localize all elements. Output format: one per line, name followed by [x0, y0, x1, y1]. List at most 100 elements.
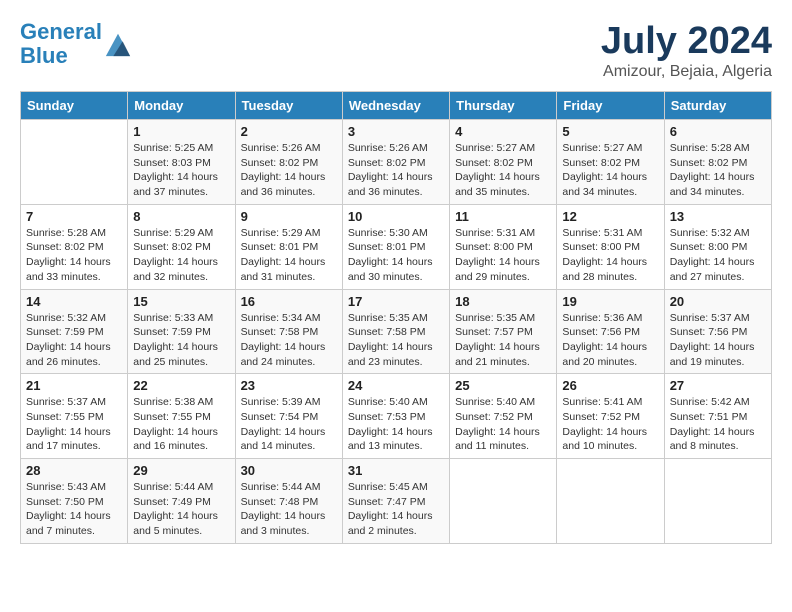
day-cell: 4 Sunrise: 5:27 AMSunset: 8:02 PMDaylight…	[450, 120, 557, 205]
day-number: 6	[670, 124, 766, 139]
day-info: Sunrise: 5:36 AMSunset: 7:56 PMDaylight:…	[562, 311, 658, 370]
day-info: Sunrise: 5:30 AMSunset: 8:01 PMDaylight:…	[348, 226, 444, 285]
day-info: Sunrise: 5:27 AMSunset: 8:02 PMDaylight:…	[455, 141, 551, 200]
day-info: Sunrise: 5:41 AMSunset: 7:52 PMDaylight:…	[562, 395, 658, 454]
day-number: 15	[133, 294, 229, 309]
day-number: 23	[241, 378, 337, 393]
day-info: Sunrise: 5:26 AMSunset: 8:02 PMDaylight:…	[348, 141, 444, 200]
day-info: Sunrise: 5:35 AMSunset: 7:57 PMDaylight:…	[455, 311, 551, 370]
week-row-4: 21Sunrise: 5:37 AMSunset: 7:55 PMDayligh…	[21, 374, 772, 459]
header-monday: Monday	[128, 92, 235, 120]
day-number: 27	[670, 378, 766, 393]
day-number: 17	[348, 294, 444, 309]
day-info: Sunrise: 5:33 AMSunset: 7:59 PMDaylight:…	[133, 311, 229, 370]
header-friday: Friday	[557, 92, 664, 120]
day-number: 24	[348, 378, 444, 393]
week-row-5: 28 Sunrise: 5:43 AMSunset: 7:50 PMDayligh…	[21, 459, 772, 544]
day-number: 7	[26, 209, 122, 224]
day-info: Sunrise: 5:32 AMSunset: 7:59 PMDaylight:…	[26, 311, 122, 370]
day-number: 11	[455, 209, 551, 224]
day-cell: 14 Sunrise: 5:32 AMSunset: 7:59 PMDayligh…	[21, 289, 128, 374]
day-info: Sunrise: 5:44 AMSunset: 7:49 PMDaylight:…	[133, 480, 229, 539]
day-info: Sunrise: 5:37 AMSunset: 7:56 PMDaylight:…	[670, 311, 766, 370]
day-number: 2	[241, 124, 337, 139]
day-number: 1	[133, 124, 229, 139]
day-number: 14	[26, 294, 122, 309]
day-number: 22	[133, 378, 229, 393]
calendar-table: SundayMondayTuesdayWednesdayThursdayFrid…	[20, 91, 772, 544]
subtitle: Amizour, Bejaia, Algeria	[601, 63, 772, 81]
day-info: Sunrise: 5:34 AMSunset: 7:58 PMDaylight:…	[241, 311, 337, 370]
day-cell: 2 Sunrise: 5:26 AMSunset: 8:02 PMDaylight…	[235, 120, 342, 205]
calendar-header: SundayMondayTuesdayWednesdayThursdayFrid…	[21, 92, 772, 120]
day-number: 26	[562, 378, 658, 393]
day-number: 12	[562, 209, 658, 224]
day-cell: 30Sunrise: 5:44 AMSunset: 7:48 PMDayligh…	[235, 459, 342, 544]
day-number: 19	[562, 294, 658, 309]
logo-line2: Blue	[20, 43, 68, 68]
day-cell	[557, 459, 664, 544]
day-cell	[664, 459, 771, 544]
day-number: 28	[26, 463, 122, 478]
day-cell	[450, 459, 557, 544]
day-cell	[21, 120, 128, 205]
logo-icon	[104, 30, 132, 58]
day-info: Sunrise: 5:32 AMSunset: 8:00 PMDaylight:…	[670, 226, 766, 285]
title-block: July 2024 Amizour, Bejaia, Algeria	[601, 20, 772, 81]
header-sunday: Sunday	[21, 92, 128, 120]
page-header: General Blue July 2024 Amizour, Bejaia, …	[20, 20, 772, 81]
day-cell: 31 Sunrise: 5:45 AMSunset: 7:47 PMDayligh…	[342, 459, 449, 544]
day-number: 29	[133, 463, 229, 478]
day-cell: 29 Sunrise: 5:44 AMSunset: 7:49 PMDayligh…	[128, 459, 235, 544]
day-cell: 27Sunrise: 5:42 AMSunset: 7:51 PMDayligh…	[664, 374, 771, 459]
day-info: Sunrise: 5:31 AMSunset: 8:00 PMDaylight:…	[562, 226, 658, 285]
day-cell: 3Sunrise: 5:26 AMSunset: 8:02 PMDaylight…	[342, 120, 449, 205]
day-cell: 7 Sunrise: 5:28 AMSunset: 8:02 PMDaylight…	[21, 204, 128, 289]
day-cell: 23 Sunrise: 5:39 AMSunset: 7:54 PMDayligh…	[235, 374, 342, 459]
day-number: 9	[241, 209, 337, 224]
day-info: Sunrise: 5:43 AMSunset: 7:50 PMDaylight:…	[26, 480, 122, 539]
day-info: Sunrise: 5:29 AMSunset: 8:01 PMDaylight:…	[241, 226, 337, 285]
day-number: 8	[133, 209, 229, 224]
day-number: 5	[562, 124, 658, 139]
day-cell: 20 Sunrise: 5:37 AMSunset: 7:56 PMDayligh…	[664, 289, 771, 374]
day-number: 31	[348, 463, 444, 478]
logo-text: General Blue	[20, 20, 102, 68]
day-info: Sunrise: 5:45 AMSunset: 7:47 PMDaylight:…	[348, 480, 444, 539]
day-cell: 15 Sunrise: 5:33 AMSunset: 7:59 PMDayligh…	[128, 289, 235, 374]
day-info: Sunrise: 5:28 AMSunset: 8:02 PMDaylight:…	[26, 226, 122, 285]
day-number: 10	[348, 209, 444, 224]
main-title: July 2024	[601, 20, 772, 63]
day-info: Sunrise: 5:31 AMSunset: 8:00 PMDaylight:…	[455, 226, 551, 285]
week-row-3: 14 Sunrise: 5:32 AMSunset: 7:59 PMDayligh…	[21, 289, 772, 374]
day-info: Sunrise: 5:40 AMSunset: 7:52 PMDaylight:…	[455, 395, 551, 454]
day-number: 4	[455, 124, 551, 139]
day-cell: 11 Sunrise: 5:31 AMSunset: 8:00 PMDayligh…	[450, 204, 557, 289]
day-number: 25	[455, 378, 551, 393]
header-saturday: Saturday	[664, 92, 771, 120]
day-cell: 21Sunrise: 5:37 AMSunset: 7:55 PMDayligh…	[21, 374, 128, 459]
day-info: Sunrise: 5:39 AMSunset: 7:54 PMDaylight:…	[241, 395, 337, 454]
week-row-2: 7 Sunrise: 5:28 AMSunset: 8:02 PMDaylight…	[21, 204, 772, 289]
day-cell: 26 Sunrise: 5:41 AMSunset: 7:52 PMDayligh…	[557, 374, 664, 459]
day-info: Sunrise: 5:27 AMSunset: 8:02 PMDaylight:…	[562, 141, 658, 200]
logo: General Blue	[20, 20, 132, 68]
logo-line1: General	[20, 19, 102, 44]
day-cell: 6Sunrise: 5:28 AMSunset: 8:02 PMDaylight…	[664, 120, 771, 205]
day-info: Sunrise: 5:35 AMSunset: 7:58 PMDaylight:…	[348, 311, 444, 370]
day-cell: 22Sunrise: 5:38 AMSunset: 7:55 PMDayligh…	[128, 374, 235, 459]
day-info: Sunrise: 5:40 AMSunset: 7:53 PMDaylight:…	[348, 395, 444, 454]
calendar-body: 1Sunrise: 5:25 AMSunset: 8:03 PMDaylight…	[21, 120, 772, 544]
day-number: 21	[26, 378, 122, 393]
header-wednesday: Wednesday	[342, 92, 449, 120]
header-thursday: Thursday	[450, 92, 557, 120]
header-row: SundayMondayTuesdayWednesdayThursdayFrid…	[21, 92, 772, 120]
day-number: 13	[670, 209, 766, 224]
day-cell: 25 Sunrise: 5:40 AMSunset: 7:52 PMDayligh…	[450, 374, 557, 459]
day-number: 20	[670, 294, 766, 309]
day-cell: 18Sunrise: 5:35 AMSunset: 7:57 PMDayligh…	[450, 289, 557, 374]
day-cell: 5 Sunrise: 5:27 AMSunset: 8:02 PMDaylight…	[557, 120, 664, 205]
week-row-1: 1Sunrise: 5:25 AMSunset: 8:03 PMDaylight…	[21, 120, 772, 205]
day-number: 16	[241, 294, 337, 309]
day-info: Sunrise: 5:26 AMSunset: 8:02 PMDaylight:…	[241, 141, 337, 200]
